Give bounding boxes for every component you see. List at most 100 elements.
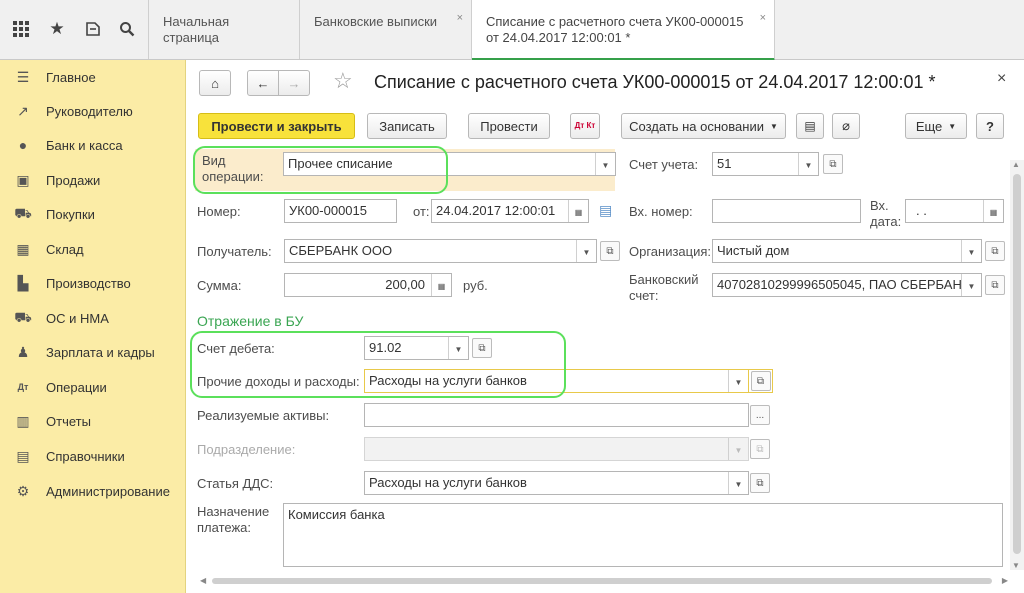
sidebar-item-label: Зарплата и кадры [46, 344, 155, 360]
calendar-icon[interactable]: ▦ [568, 200, 588, 222]
tab-label: Банковские выписки [314, 14, 438, 29]
home-icon: ⌂ [211, 75, 219, 91]
sidebar-item-label: Продажи [46, 172, 101, 188]
sidebar-item-label: Покупки [46, 206, 95, 222]
sidebar-item-sales[interactable]: ▣ Продажи [0, 163, 186, 197]
incoming-number-input[interactable] [712, 199, 861, 223]
recipient-select[interactable]: СБЕРБАНК ООО ▼ [284, 239, 597, 263]
open-icon[interactable]: ⧉ [985, 241, 1005, 261]
bank-account-value: 40702810299996505045, ПАО СБЕРБАНК [717, 277, 970, 292]
sidebar-item-fixed-assets[interactable]: ⛟ ОС и НМА [0, 301, 186, 335]
search-icon[interactable] [112, 14, 142, 44]
back-button[interactable]: ← [247, 70, 279, 96]
chevron-down-icon[interactable]: ▼ [595, 153, 615, 175]
chevron-down-icon[interactable]: ▼ [576, 240, 596, 262]
account-select[interactable]: 51 ▼ [712, 152, 819, 176]
sidebar-item-production[interactable]: ▙ Производство [0, 266, 186, 300]
open-icon[interactable]: ⧉ [750, 473, 770, 493]
sidebar-item-warehouse[interactable]: ▦ Склад [0, 232, 186, 266]
sidebar-item-reports[interactable]: ▥ Отчеты [0, 404, 186, 438]
tab-label: Начальная страница [163, 14, 230, 45]
vertical-scrollbar[interactable]: ▲ ▼ [1010, 160, 1024, 570]
debit-credit-button[interactable]: Дт Кт [570, 113, 600, 139]
open-icon[interactable]: ⧉ [600, 241, 620, 261]
tab-bank-statements[interactable]: Банковские выписки × [300, 0, 472, 59]
horizontal-scrollbar[interactable]: ◀ ▶ [200, 575, 1008, 587]
ellipsis-icon[interactable]: ... [750, 405, 770, 425]
books-icon: ▤ [16, 447, 30, 464]
arrow-left-icon: ← [256, 75, 270, 91]
account-label: Счет учета: [629, 157, 699, 172]
scroll-up-icon[interactable]: ▲ [1012, 160, 1020, 169]
sidebar-item-label: Производство [46, 275, 131, 291]
organization-select[interactable]: Чистый дом ▼ [712, 239, 982, 263]
cart-icon: ⛟ [14, 204, 32, 221]
bank-account-select[interactable]: 40702810299996505045, ПАО СБЕРБАНК ▼ [712, 273, 982, 297]
tab-write-off-document[interactable]: Списание с расчетного счета УК00-000015 … [472, 0, 775, 61]
close-icon[interactable]: × [997, 70, 1006, 88]
chevron-down-icon[interactable]: ▼ [798, 153, 818, 175]
save-button[interactable]: Записать [367, 113, 447, 139]
close-icon[interactable]: × [760, 10, 766, 26]
department-label: Подразделение: [197, 442, 296, 457]
scrollbar-thumb[interactable] [1013, 174, 1021, 554]
post-and-close-button[interactable]: Провести и закрыть [198, 113, 355, 139]
chevron-down-icon: ▼ [948, 121, 957, 131]
create-based-on-button[interactable]: Создать на основании ▼ [621, 113, 786, 139]
assets-label: Реализуемые активы: [197, 408, 330, 423]
document-form: ⌂ ← → ☆ Списание с расчетного счета УК00… [187, 60, 1024, 593]
sidebar-item-payroll[interactable]: ♟ Зарплата и кадры [0, 335, 186, 369]
sum-value: 200,00 [385, 277, 425, 292]
comment-icon[interactable]: ▤ [599, 202, 612, 219]
sum-input[interactable]: 200,00 ▦ [284, 273, 452, 297]
incoming-date-label: Вх. дата: [870, 198, 902, 229]
scroll-right-icon[interactable]: ▶ [1002, 576, 1008, 585]
scrollbar-thumb[interactable] [212, 578, 992, 584]
apps-grid-icon[interactable] [6, 14, 36, 44]
number-input[interactable]: УК00-000015 [284, 199, 397, 223]
home-button[interactable]: ⌂ [199, 70, 231, 96]
sidebar-item-bank[interactable]: ● Банк и касса [0, 128, 186, 162]
open-icon[interactable]: ⧉ [750, 371, 771, 391]
debit-credit-icon: Дт [17, 382, 29, 392]
open-icon[interactable]: ⧉ [985, 275, 1005, 295]
other-open-wrapper: ⧉ [749, 369, 773, 393]
chevron-down-icon[interactable]: ▼ [728, 370, 748, 392]
highlight-frame [190, 331, 566, 398]
sidebar-item-administration[interactable]: ⚙ Администрирование [0, 474, 186, 508]
star-icon[interactable]: ★ [42, 14, 72, 44]
chevron-down-icon[interactable]: ▼ [961, 240, 981, 262]
chevron-down-icon[interactable]: ▼ [961, 274, 981, 296]
date-input[interactable]: 24.04.2017 12:00:01 ▦ [431, 199, 589, 223]
post-button[interactable]: Провести [468, 113, 550, 139]
currency-label: руб. [463, 278, 488, 293]
scroll-down-icon[interactable]: ▼ [1012, 561, 1020, 570]
department-select[interactable]: ▼ [364, 437, 749, 461]
document-icon: ▤ [804, 119, 816, 133]
dds-select[interactable]: Расходы на услуги банков ▼ [364, 471, 749, 495]
calculator-icon[interactable]: ▦ [431, 274, 451, 296]
chevron-down-icon[interactable]: ▼ [728, 472, 748, 494]
sidebar-item-main[interactable]: ☰ Главное [0, 60, 186, 94]
account-value: 51 [717, 156, 732, 171]
forward-button[interactable]: → [278, 70, 310, 96]
sidebar-item-label: Руководителю [46, 103, 133, 119]
sidebar-item-manager[interactable]: ↗ Руководителю [0, 94, 186, 128]
open-icon[interactable]: ⧉ [823, 154, 843, 174]
favorite-star-icon[interactable]: ☆ [333, 68, 353, 94]
history-icon[interactable] [78, 14, 108, 44]
help-button[interactable]: ? [976, 113, 1004, 139]
sidebar-item-purchases[interactable]: ⛟ Покупки [0, 197, 186, 231]
attach-button[interactable]: ⌀ [832, 113, 860, 139]
calendar-icon[interactable]: ▦ [983, 200, 1003, 222]
sidebar-item-directories[interactable]: ▤ Справочники [0, 439, 186, 473]
payment-purpose-textarea[interactable]: Комиссия банка [283, 503, 1003, 567]
scroll-left-icon[interactable]: ◀ [200, 576, 206, 585]
assets-input[interactable] [364, 403, 749, 427]
sidebar-item-operations[interactable]: Дт Операции [0, 370, 186, 404]
more-button[interactable]: Еще ▼ [905, 113, 967, 139]
incoming-date-input[interactable]: . . ▦ [905, 199, 1004, 223]
print-button[interactable]: ▤ [796, 113, 824, 139]
close-icon[interactable]: × [457, 10, 463, 26]
tab-home[interactable]: Начальная страница [148, 0, 300, 59]
